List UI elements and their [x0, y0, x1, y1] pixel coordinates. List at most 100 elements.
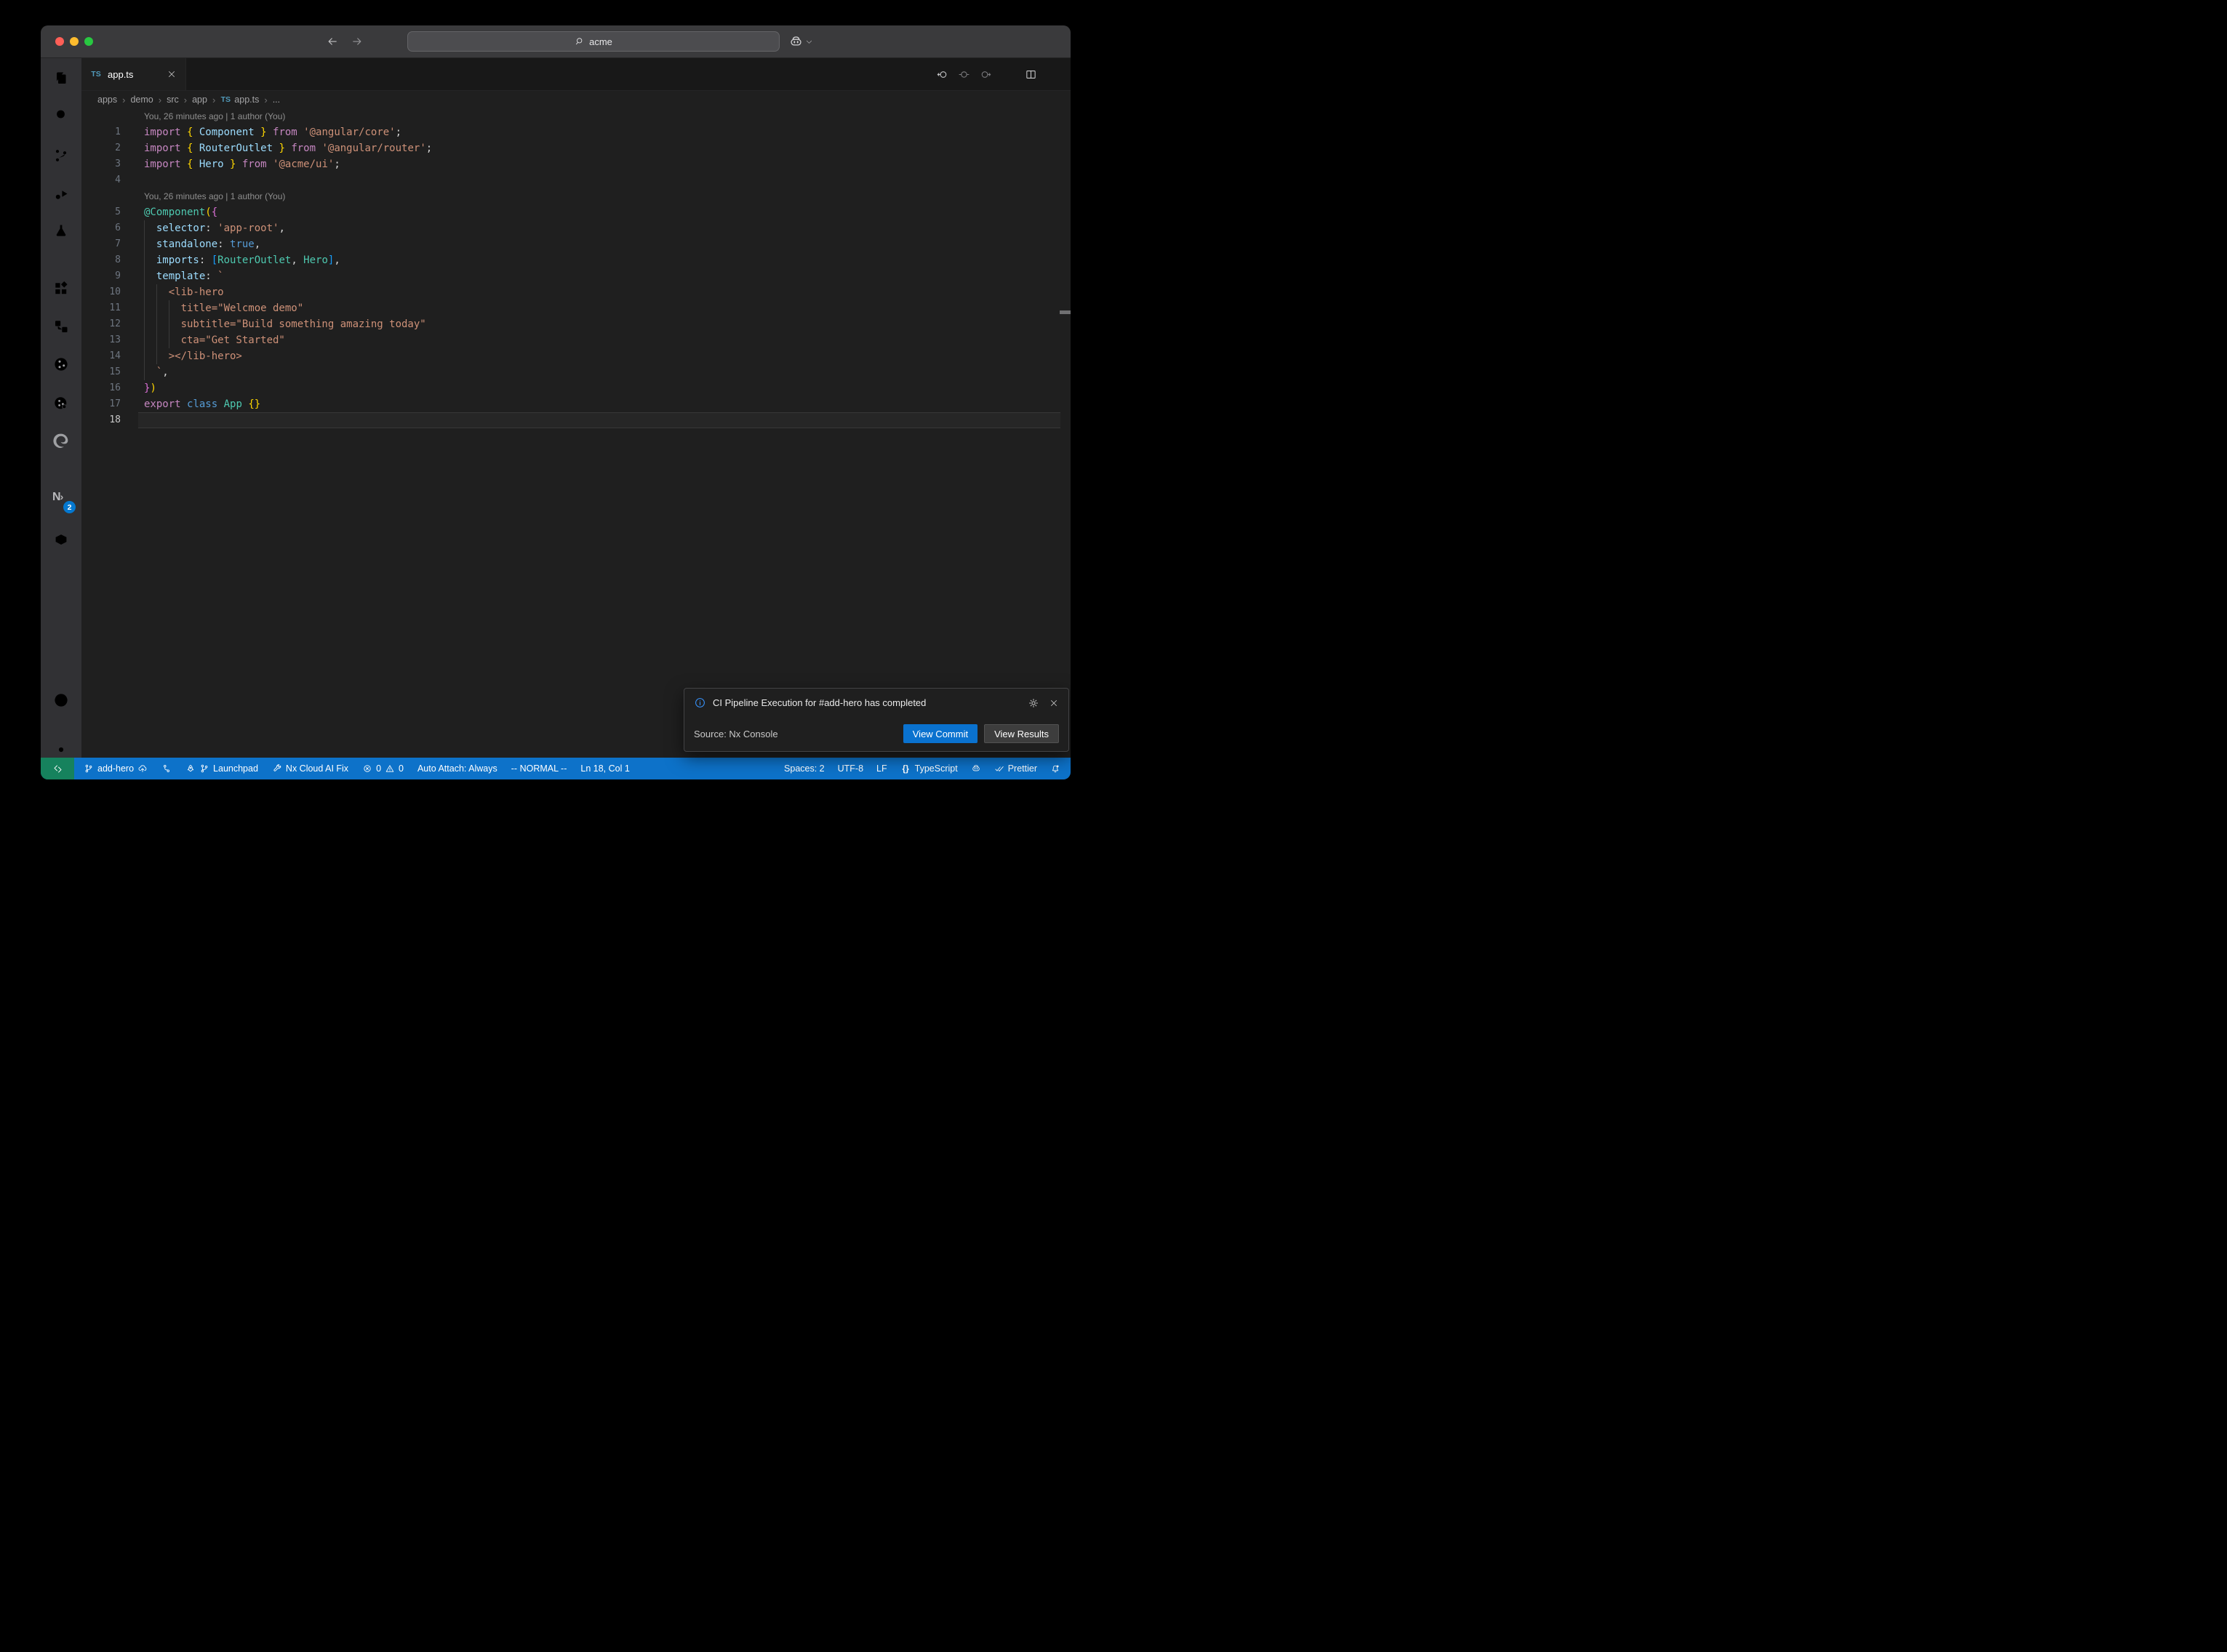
more-actions-icon[interactable] [1047, 68, 1059, 81]
code-line-14[interactable]: 14 ></lib-hero> [81, 348, 1071, 364]
statusbar-item-prettier[interactable]: Prettier [994, 763, 1037, 774]
breadcrumb-more[interactable]: ... [273, 95, 280, 105]
breadcrumb-file[interactable]: TSapp.ts [220, 95, 259, 105]
statusbar-item-launchpad[interactable]: Launchpad [185, 763, 258, 774]
statusbar-item-copilot-status[interactable] [971, 763, 981, 774]
copilot-menu[interactable] [788, 25, 813, 57]
code-line-2[interactable]: 2import { RouterOutlet } from '@angular/… [81, 140, 1071, 156]
statusbar-item-problems[interactable]: 00 [362, 763, 404, 774]
toggle-primary-sidebar-icon[interactable] [994, 36, 1007, 48]
vscode-window: acme N›2 TS app.ts apps›demo›src›app›TSa… [41, 25, 1071, 779]
close-tab-icon[interactable] [167, 69, 177, 79]
label: add-hero [97, 763, 134, 774]
nav-circle-icon[interactable] [958, 68, 970, 81]
command-center-search[interactable]: acme [407, 31, 780, 52]
cloud-upload-icon [137, 763, 148, 774]
statusbar-item-vim-mode[interactable]: -- NORMAL -- [511, 763, 567, 774]
toggle-panel-icon[interactable] [1017, 36, 1030, 48]
maximize-window-button[interactable] [84, 37, 93, 46]
statusbar-item-eol[interactable]: LF [876, 763, 887, 774]
breadcrumb-item-apps[interactable]: apps [97, 95, 117, 105]
notification-title: CI Pipeline Execution for #add-hero has … [713, 697, 1021, 708]
breadcrumb-item-demo[interactable]: demo [130, 95, 153, 105]
activitybar-item-source-control[interactable] [52, 147, 70, 164]
code-line-18[interactable]: 18 [81, 412, 1071, 428]
line-number: 16 [81, 380, 121, 396]
activitybar-item-run-and-debug[interactable] [52, 185, 70, 203]
breadcrumb-item-src[interactable]: src [167, 95, 179, 105]
remote-indicator[interactable] [41, 758, 74, 779]
notification-settings-gear-icon[interactable] [1028, 697, 1039, 709]
activitybar-item-search[interactable] [52, 107, 70, 124]
line-text: subtitle="Build something amazing today" [121, 316, 426, 332]
minimize-window-button[interactable] [70, 37, 79, 46]
blame-annotation[interactable]: You, 26 minutes ago | 1 author (You) [81, 188, 1071, 204]
blame-annotation[interactable]: You, 26 minutes ago | 1 author (You) [81, 108, 1071, 124]
forward-arrow-icon[interactable] [351, 35, 364, 48]
line-number: 5 [81, 204, 121, 220]
statusbar-item-indentation[interactable]: Spaces: 2 [784, 763, 825, 774]
warning-icon [385, 763, 395, 774]
code-line-9[interactable]: 9 template: ` [81, 268, 1071, 284]
statusbar-item-git-branch[interactable]: add-hero [84, 763, 148, 774]
statusbar-item-encoding[interactable]: UTF-8 [838, 763, 863, 774]
workbench: N›2 TS app.ts apps›demo›src›app›TSapp.ts… [41, 58, 1071, 758]
notification-actions: View Commit View Results [903, 724, 1059, 743]
statusbar-item-language-mode[interactable]: {}TypeScript [900, 763, 958, 774]
code-line-3[interactable]: 3import { Hero } from '@acme/ui'; [81, 156, 1071, 172]
breadcrumb-item-app[interactable]: app [192, 95, 207, 105]
activitybar-item-explorer[interactable] [52, 69, 70, 87]
tab-app-ts[interactable]: TS app.ts [81, 58, 186, 90]
code-line-4[interactable]: 4 [81, 172, 1071, 188]
code-line-17[interactable]: 17export class App {} [81, 396, 1071, 412]
code-line-16[interactable]: 16}) [81, 380, 1071, 396]
statusbar-item-git-graph[interactable] [161, 763, 172, 774]
customize-layout-icon[interactable] [971, 36, 983, 48]
activitybar-item-extensions[interactable] [52, 280, 70, 297]
line-text: import { Hero } from '@acme/ui'; [121, 156, 340, 172]
view-commit-button[interactable]: View Commit [903, 724, 977, 743]
code-line-12[interactable]: 12 subtitle="Build something amazing tod… [81, 316, 1071, 332]
back-arrow-icon[interactable] [326, 35, 339, 48]
statusbar-item-notifications[interactable] [1050, 763, 1060, 774]
typescript-file-icon: TS [90, 68, 102, 80]
line-text: @Component({ [121, 204, 217, 220]
statusbar-item-nx-cloud-ai-fix[interactable]: Nx Cloud AI Fix [272, 763, 348, 774]
code-line-5[interactable]: 5@Component({ [81, 204, 1071, 220]
line-text: }) [121, 380, 156, 396]
notification-close-icon[interactable] [1049, 698, 1059, 708]
activitybar-item-testing[interactable] [52, 222, 70, 239]
activitybar-item-graph-search[interactable] [52, 395, 70, 412]
remote-icon [52, 763, 63, 774]
activitybar-item-references[interactable] [52, 318, 70, 335]
activitybar-item-containers[interactable] [52, 531, 70, 548]
activitybar-item-accounts[interactable] [52, 691, 70, 709]
nx-graph-circled-icon[interactable] [1001, 68, 1015, 81]
code-line-8[interactable]: 8 imports: [RouterOutlet, Hero], [81, 252, 1071, 268]
line-text: standalone: true, [121, 236, 260, 252]
code-editor[interactable]: You, 26 minutes ago | 1 author (You)1imp… [81, 108, 1071, 758]
nav-back-circle-icon[interactable] [936, 68, 948, 81]
toggle-secondary-sidebar-icon[interactable] [1041, 36, 1053, 48]
view-results-button[interactable]: View Results [984, 724, 1059, 743]
code-line-10[interactable]: 10 <lib-hero [81, 284, 1071, 300]
statusbar-item-cursor-position[interactable]: Ln 18, Col 1 [580, 763, 629, 774]
activitybar-item-nx-console[interactable]: N›2 [52, 491, 70, 508]
activitybar-item-edge-browser[interactable] [52, 432, 70, 449]
code-line-6[interactable]: 6 selector: 'app-root', [81, 220, 1071, 236]
label: Spaces: 2 [784, 763, 825, 774]
code-line-7[interactable]: 7 standalone: true, [81, 236, 1071, 252]
code-line-15[interactable]: 15 `, [81, 364, 1071, 380]
breadcrumb-separator: › [159, 95, 161, 105]
nav-forward-circle-icon[interactable] [980, 68, 992, 81]
split-editor-icon[interactable] [1025, 68, 1037, 81]
activitybar-item-settings[interactable] [52, 741, 70, 758]
activitybar-item-nx-project-graph[interactable] [52, 356, 70, 373]
close-window-button[interactable] [55, 37, 64, 46]
line-text [121, 172, 144, 188]
statusbar-item-auto-attach[interactable]: Auto Attach: Always [417, 763, 497, 774]
code-line-13[interactable]: 13 cta="Get Started" [81, 332, 1071, 348]
code-line-11[interactable]: 11 title="Welcmoe demo" [81, 300, 1071, 316]
code-line-1[interactable]: 1import { Component } from '@angular/cor… [81, 124, 1071, 140]
line-text: template: ` [121, 268, 224, 284]
